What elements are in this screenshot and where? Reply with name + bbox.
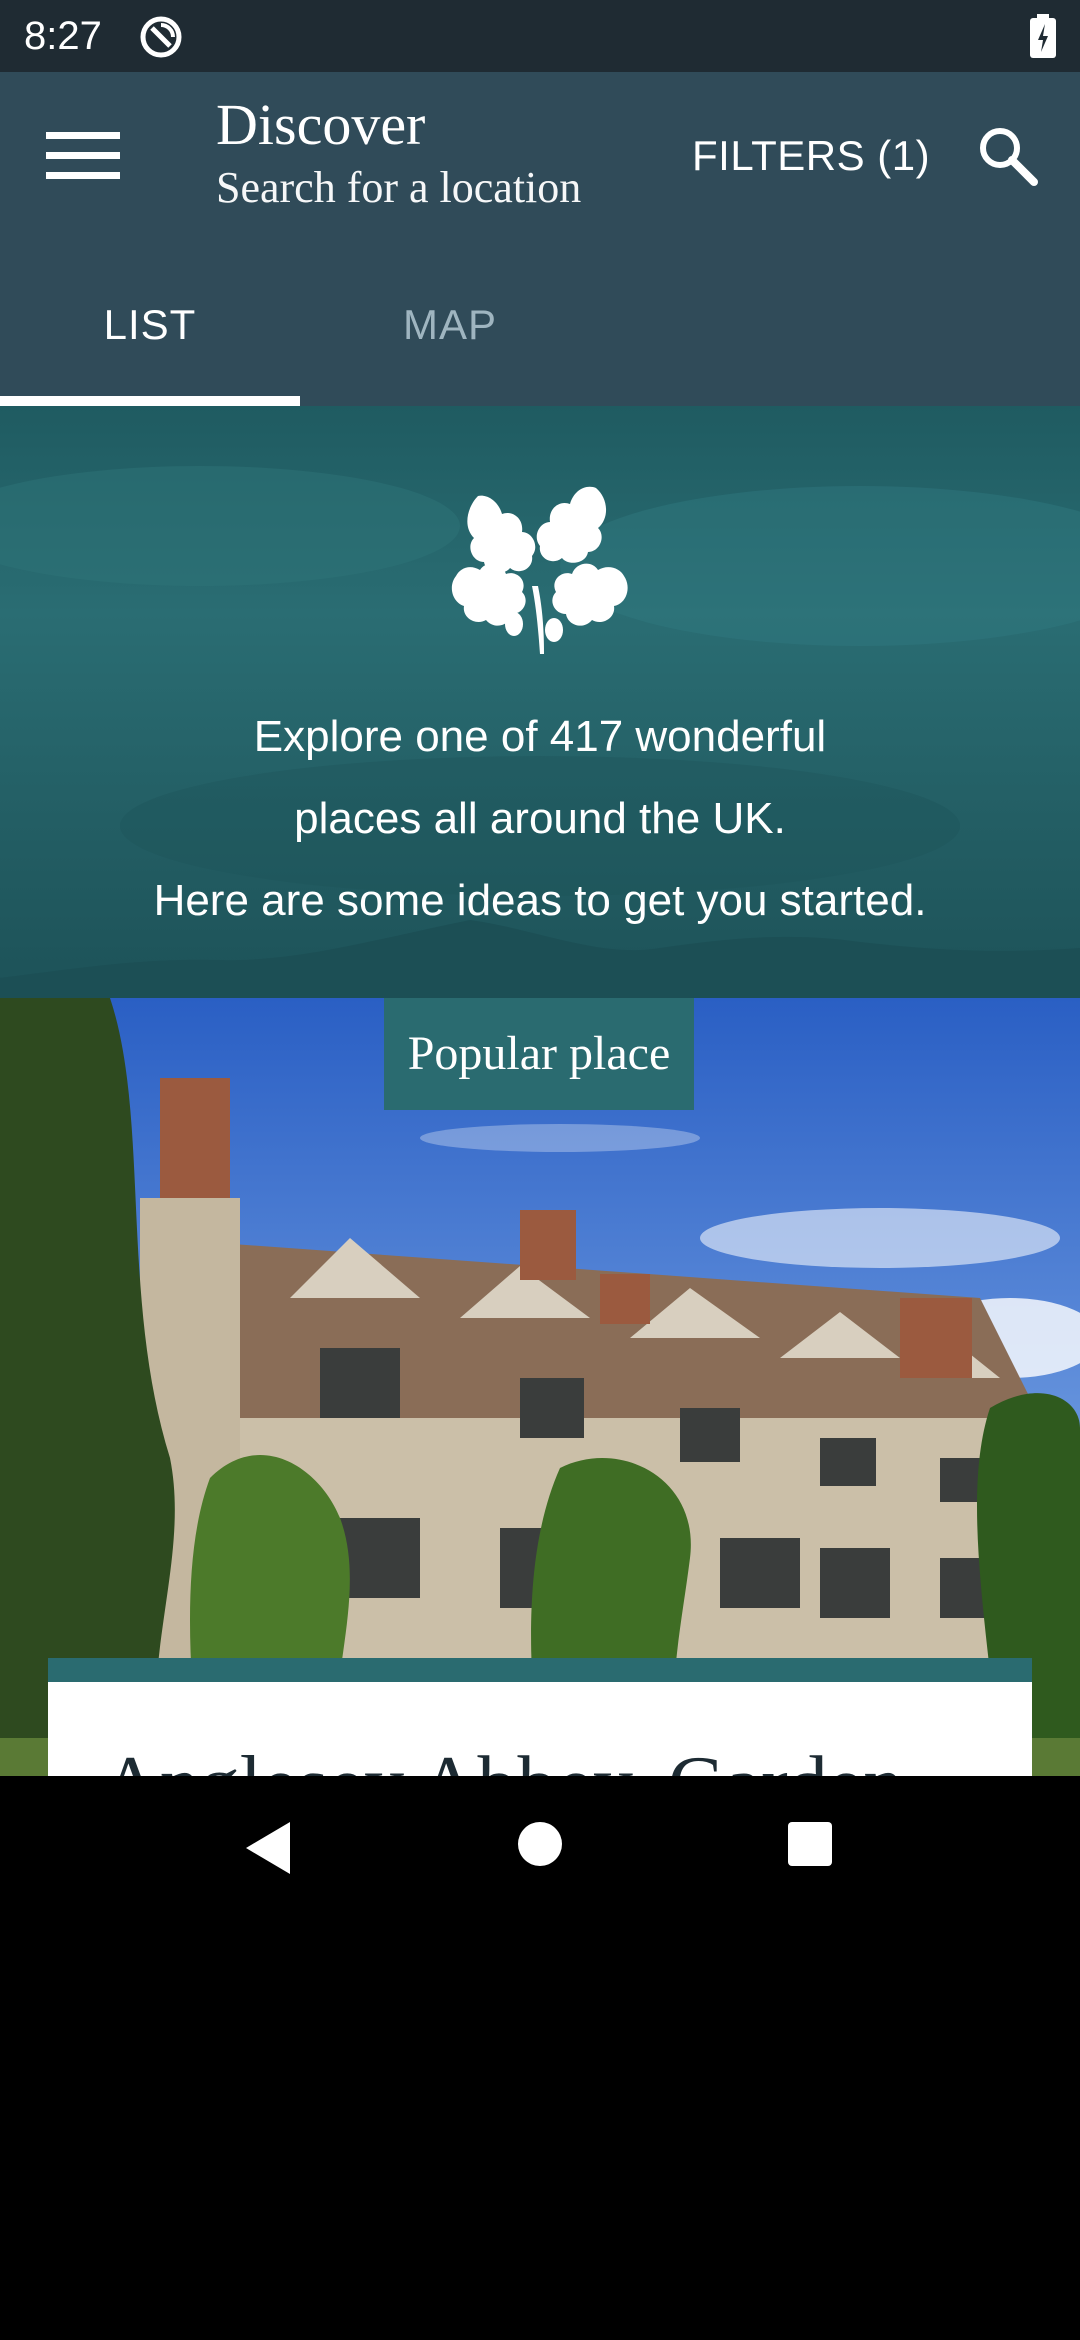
tab-list[interactable]: LIST: [0, 270, 300, 406]
card-accent-strip: [48, 1658, 1032, 1682]
tab-selected-indicator: [0, 396, 300, 406]
tab-bar: LIST MAP: [0, 270, 1080, 406]
hamburger-menu-icon[interactable]: [46, 128, 120, 184]
sync-icon: [140, 16, 182, 58]
recents-square-icon[interactable]: [786, 1820, 834, 1868]
hills-silhouette: [0, 920, 1080, 998]
back-triangle-icon[interactable]: [240, 1818, 300, 1878]
featured-place-card[interactable]: Popular place Anglesey Abbey, Garden: [0, 998, 1080, 1776]
intro-line: Explore one of 417 wonderful: [253, 712, 827, 761]
tab-map[interactable]: MAP: [300, 270, 600, 406]
intro-line: places all around the UK.: [294, 794, 786, 843]
popular-place-badge: Popular place: [384, 998, 694, 1110]
intro-text: Explore one of 417 wonderful places all …: [0, 696, 1080, 942]
status-bar: 8:27: [0, 0, 1080, 72]
title-block[interactable]: Discover Search for a location: [216, 90, 581, 216]
place-title[interactable]: Anglesey Abbey, Garden: [102, 1740, 903, 1776]
oak-leaf-icon: [451, 486, 628, 654]
search-icon[interactable]: [976, 124, 1038, 186]
battery-charging-icon: [1030, 14, 1056, 58]
status-time: 8:27: [24, 14, 102, 58]
intro-panel: Explore one of 417 wonderful places all …: [0, 406, 1080, 998]
page-title: Discover: [216, 92, 426, 157]
home-circle-icon[interactable]: [516, 1820, 564, 1868]
filters-button[interactable]: FILTERS (1): [692, 130, 930, 182]
app-bar: Discover Search for a location FILTERS (…: [0, 72, 1080, 406]
system-navigation-bar: [0, 1776, 1080, 1916]
place-info-card[interactable]: Anglesey Abbey, Garden: [48, 1682, 1032, 1776]
location-search-prompt[interactable]: Search for a location: [216, 160, 581, 216]
